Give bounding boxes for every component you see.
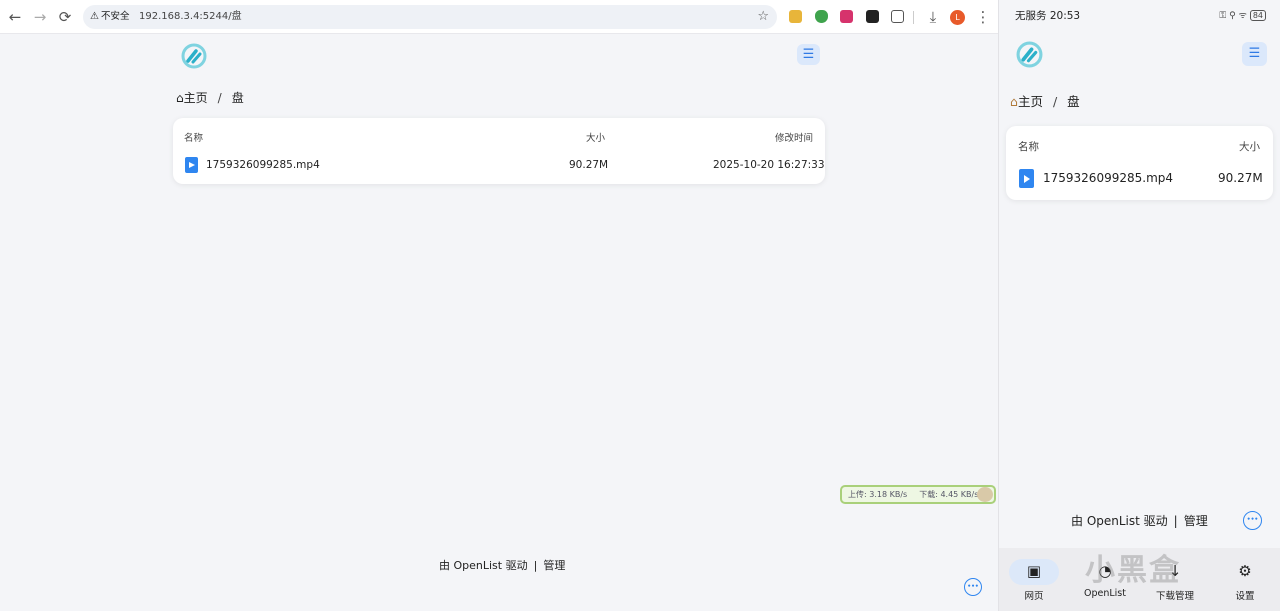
bookmark-star-icon[interactable]: ☆ <box>757 5 769 29</box>
browser-menu-icon[interactable]: ⋮ <box>974 8 992 26</box>
manage-link[interactable]: 管理 <box>543 559 565 572</box>
gear-icon: ⚙ <box>1238 562 1252 580</box>
profile-avatar[interactable]: L <box>950 10 965 25</box>
column-header-name[interactable]: 名称 <box>1018 139 1039 154</box>
more-options-button[interactable]: ••• <box>964 578 982 596</box>
extension-dark-icon[interactable] <box>866 10 879 23</box>
file-list: 名称 大小 修改时间 1759326099285.mp4 90.27M 2025… <box>173 118 825 184</box>
manage-link[interactable]: 管理 <box>1184 514 1208 528</box>
address-bar[interactable]: ⚠ 不安全 192.168.3.4:5244/盘 ☆ <box>83 5 777 29</box>
file-size: 90.27M <box>569 159 609 171</box>
breadcrumb-current[interactable]: 盘 <box>232 89 244 106</box>
extensions-puzzle-icon[interactable] <box>891 10 904 23</box>
column-header-name[interactable]: 名称 <box>184 130 203 144</box>
webpage-icon: ▣ <box>1026 562 1042 580</box>
powered-by-text[interactable]: 由 OpenList 驱动 <box>1071 514 1168 528</box>
more-dots-icon: ••• <box>967 583 979 590</box>
home-icon[interactable]: ⌂ <box>176 91 184 105</box>
toolbar-divider <box>913 11 914 24</box>
battery-icon: 84 <box>1249 10 1266 21</box>
footer: 由 OpenList 驱动 | 管理 <box>1071 514 1208 528</box>
url-text[interactable]: 192.168.3.4:5244/盘 <box>139 5 242 29</box>
status-bar-left: 无服务 20:53 <box>1015 10 1081 22</box>
extension-shield-icon[interactable] <box>815 10 828 23</box>
more-options-button[interactable]: ••• <box>1243 511 1262 530</box>
forward-icon[interactable]: → <box>31 8 49 26</box>
column-header-size[interactable]: 大小 <box>586 130 605 144</box>
breadcrumb: ⌂主页 / 盘 <box>1010 91 1080 110</box>
breadcrumb: ⌂主页 / 盘 <box>176 89 244 106</box>
warning-triangle-icon: ⚠ <box>90 11 99 22</box>
column-header-modified[interactable]: 修改时间 <box>775 130 813 144</box>
file-name[interactable]: 1759326099285.mp4 <box>206 159 320 171</box>
file-modified: 2025-10-20 16:27:33 <box>713 159 825 171</box>
more-dots-icon: ••• <box>1246 516 1259 523</box>
network-speed-widget: 上传: 3.18 KB/s 下载: 4.45 KB/s <box>840 485 996 504</box>
video-file-icon <box>1019 169 1034 188</box>
extension-folder-icon[interactable] <box>789 10 802 23</box>
file-size: 90.27M <box>1218 171 1263 185</box>
powered-by-text[interactable]: 由 OpenList 驱动 <box>439 559 528 572</box>
list-view-toggle-button[interactable]: ☰ <box>1242 42 1267 66</box>
status-bar-right: ⚿ ⚲ ᯤ 84 <box>1219 8 1266 21</box>
upload-speed: 上传: 3.18 KB/s <box>848 490 908 499</box>
breadcrumb-separator: / <box>217 91 222 105</box>
status-icons: ⚿ ⚲ ᯤ <box>1219 11 1247 21</box>
file-list: 名称 大小 1759326099285.mp4 90.27M <box>1006 126 1273 200</box>
browser-window: ← → ⟳ ⚠ 不安全 192.168.3.4:5244/盘 ☆ ⤓ L ⋮ ☰ … <box>0 0 998 611</box>
nav-tab-settings[interactable]: ⚙ 设置 <box>1215 548 1275 611</box>
watermark: 小黑盒 <box>1085 553 1181 588</box>
breadcrumb-home[interactable]: 主页 <box>1018 91 1043 110</box>
mobile-view: 无服务 20:53 ⚿ ⚲ ᯤ 84 ☰ ⌂主页 / 盘 名称 大小 17593260… <box>998 0 1280 611</box>
openlist-logo-icon[interactable] <box>181 43 207 69</box>
mascot-avatar <box>977 487 993 502</box>
back-icon[interactable]: ← <box>6 8 24 26</box>
list-icon: ☰ <box>1248 46 1261 61</box>
download-speed: 下载: 4.45 KB/s <box>919 490 979 499</box>
home-icon[interactable]: ⌂ <box>1010 94 1018 109</box>
extension-pink-icon[interactable] <box>840 10 853 23</box>
download-icon[interactable]: ⤓ <box>924 8 942 26</box>
list-icon: ☰ <box>802 47 815 62</box>
nav-tab-webpage[interactable]: ▣ 网页 <box>1004 548 1064 611</box>
openlist-logo-icon[interactable] <box>1016 41 1043 68</box>
footer: 由 OpenList 驱动 | 管理 <box>439 559 566 572</box>
column-header-size[interactable]: 大小 <box>1239 139 1260 154</box>
breadcrumb-current[interactable]: 盘 <box>1067 91 1080 110</box>
list-view-toggle-button[interactable]: ☰ <box>797 44 820 65</box>
security-indicator[interactable]: ⚠ 不安全 <box>90 5 129 29</box>
breadcrumb-home[interactable]: 主页 <box>184 89 208 106</box>
reload-icon[interactable]: ⟳ <box>56 8 74 26</box>
browser-toolbar: ← → ⟳ ⚠ 不安全 192.168.3.4:5244/盘 ☆ ⤓ L ⋮ <box>0 0 998 34</box>
file-name[interactable]: 1759326099285.mp4 <box>1043 171 1173 185</box>
video-file-icon <box>185 157 198 173</box>
